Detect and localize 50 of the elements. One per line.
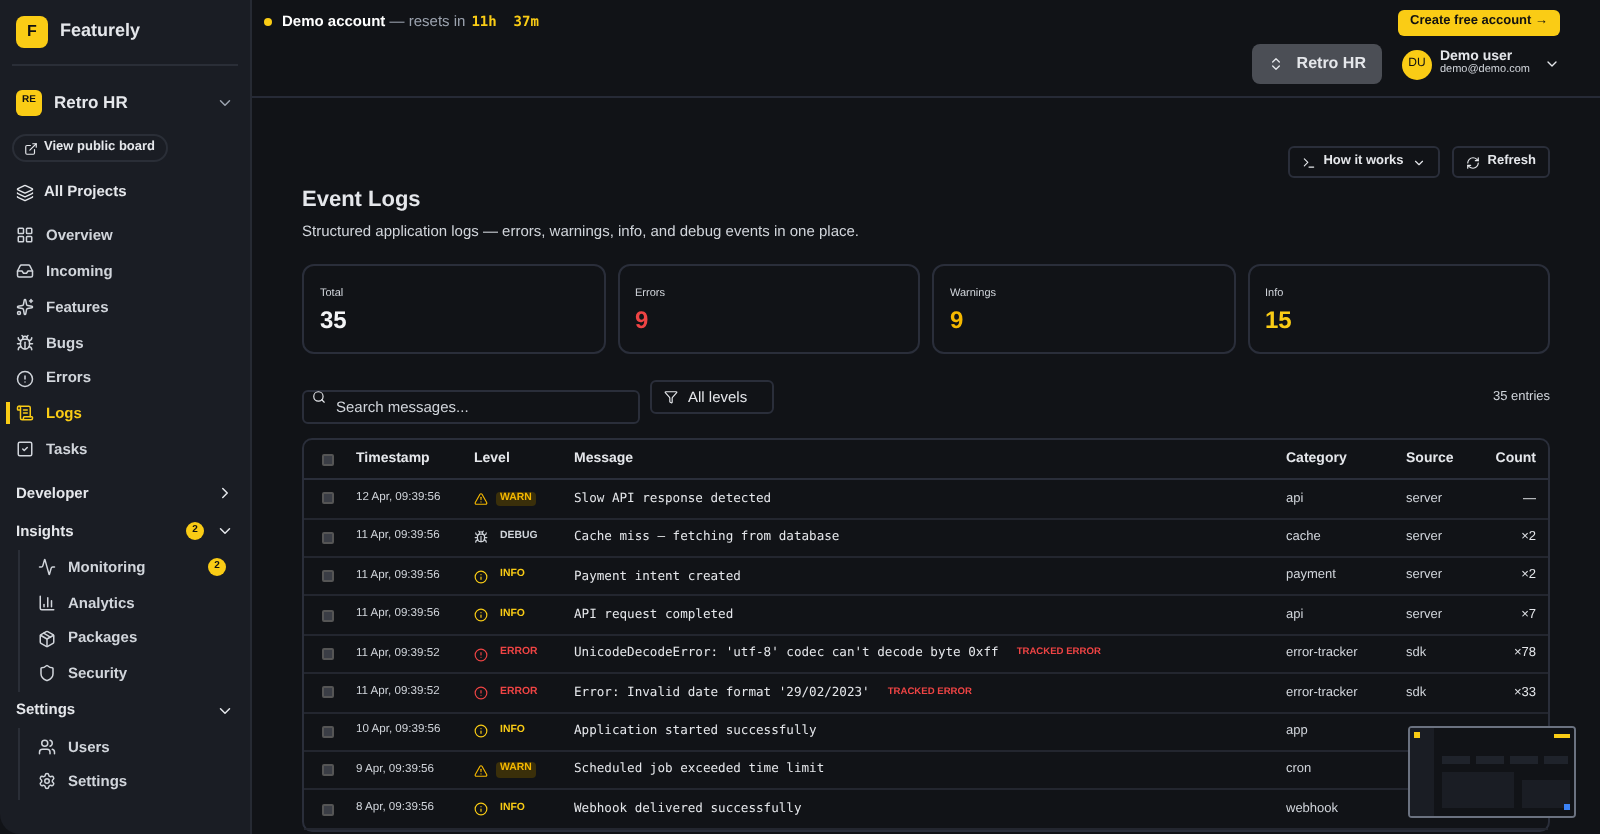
scroll-icon bbox=[16, 404, 34, 423]
row-checkbox[interactable] bbox=[322, 686, 334, 699]
users-icon bbox=[38, 737, 56, 756]
info-icon bbox=[474, 724, 488, 739]
row-checkbox[interactable] bbox=[322, 531, 334, 544]
chevron-down-icon bbox=[1544, 56, 1560, 72]
bar-chart-icon bbox=[38, 593, 56, 612]
terminal-icon bbox=[1301, 155, 1316, 169]
alert-circle-icon bbox=[474, 685, 488, 700]
row-checkbox[interactable] bbox=[322, 648, 334, 660]
row-checkbox[interactable] bbox=[322, 609, 334, 622]
stat-value: 35 bbox=[320, 303, 349, 335]
row-checkbox[interactable] bbox=[322, 492, 334, 505]
layers-icon bbox=[16, 183, 34, 201]
search-icon bbox=[312, 390, 326, 405]
stat-value: 15 bbox=[1265, 303, 1294, 335]
alert-circle-icon bbox=[16, 369, 34, 388]
package-icon bbox=[38, 629, 56, 648]
info-icon bbox=[474, 802, 488, 817]
shield-icon bbox=[38, 664, 56, 683]
project-switcher[interactable]: Retro HR bbox=[1252, 44, 1382, 84]
inbox-icon bbox=[16, 262, 34, 281]
brand-logo: F bbox=[16, 16, 48, 48]
sparkle-icon bbox=[16, 297, 34, 316]
chevron-down-icon bbox=[1411, 155, 1426, 169]
warning-icon bbox=[474, 491, 488, 506]
settings-icon bbox=[38, 772, 56, 791]
info-icon bbox=[474, 569, 488, 584]
brand-name: Featurely bbox=[60, 18, 141, 45]
checkbox-icon bbox=[16, 440, 34, 459]
page-title: Event Logs bbox=[302, 186, 423, 214]
pulse-icon bbox=[38, 557, 56, 576]
row-checkbox[interactable] bbox=[322, 764, 334, 777]
refresh-icon bbox=[1465, 155, 1480, 169]
alert-circle-icon bbox=[474, 647, 488, 661]
info-icon bbox=[474, 608, 488, 623]
stat-value: 9 bbox=[635, 303, 651, 335]
select-all-checkbox[interactable] bbox=[322, 453, 334, 466]
external-link-icon bbox=[24, 141, 38, 155]
filter-icon bbox=[664, 390, 678, 405]
chevrons-updown-icon bbox=[1268, 56, 1285, 72]
stat-value: 9 bbox=[950, 303, 966, 335]
row-checkbox[interactable] bbox=[322, 570, 334, 583]
chevron-right-icon bbox=[216, 484, 234, 503]
bug-icon bbox=[474, 530, 488, 545]
row-checkbox[interactable] bbox=[322, 725, 334, 738]
grid-icon bbox=[16, 226, 34, 245]
bug-icon bbox=[16, 333, 34, 352]
warning-icon bbox=[474, 763, 488, 778]
row-checkbox[interactable] bbox=[322, 803, 334, 816]
